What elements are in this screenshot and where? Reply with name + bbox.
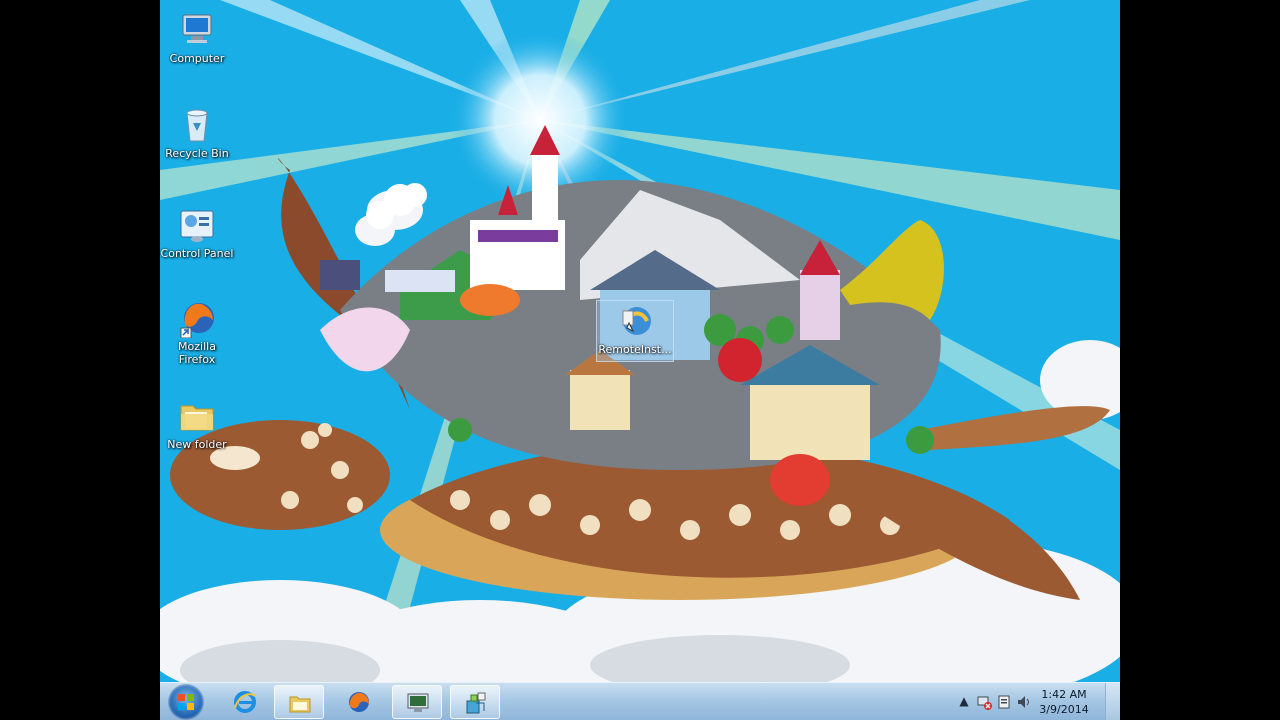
setup-app-icon bbox=[466, 692, 486, 714]
recycle-bin-icon bbox=[186, 109, 208, 142]
system-clock[interactable]: 1:42 AM 3/9/2014 bbox=[1034, 687, 1094, 717]
taskbar-firefox[interactable] bbox=[334, 685, 384, 719]
show-hidden-icons-arrow[interactable]: ▲ bbox=[956, 694, 972, 710]
desktop-icon-label: Recycle Bin bbox=[165, 147, 229, 160]
taskbar-internet-explorer[interactable] bbox=[220, 685, 270, 719]
taskbar-file-explorer[interactable] bbox=[274, 685, 324, 719]
file-explorer-icon bbox=[289, 696, 311, 713]
control-panel-icon bbox=[180, 210, 214, 242]
firefox-icon bbox=[180, 303, 214, 338]
desktop-icon-remote-install[interactable]: RemoteInst... bbox=[596, 300, 674, 362]
remote-desktop-icon bbox=[407, 693, 429, 712]
desktop-icon-control-panel[interactable]: Control Panel bbox=[160, 205, 236, 260]
desktop-icon-label: Mozilla Firefox bbox=[178, 340, 216, 366]
desktop-icon-firefox[interactable]: Mozilla Firefox bbox=[160, 298, 236, 366]
desktop-screen: Computer Recycle Bin Control Panel Mozil… bbox=[160, 0, 1120, 720]
internet-explorer-icon bbox=[234, 691, 256, 713]
firefox-icon bbox=[349, 692, 369, 712]
action-center-icon[interactable] bbox=[996, 694, 1012, 710]
desktop-icon-label: New folder bbox=[167, 438, 227, 451]
clock-date: 3/9/2014 bbox=[1039, 703, 1089, 716]
windows-logo-icon bbox=[178, 694, 194, 710]
notification-area: ▲ 1:42 AM 3/9/2014 bbox=[950, 683, 1120, 720]
volume-icon[interactable] bbox=[1016, 694, 1032, 710]
desktop-icon-label: Computer bbox=[169, 52, 225, 65]
desktop-icon-new-folder[interactable]: New folder bbox=[160, 396, 236, 451]
desktop-icon-computer[interactable]: Computer bbox=[160, 10, 236, 65]
computer-icon bbox=[182, 14, 212, 43]
start-button[interactable] bbox=[168, 684, 204, 720]
taskbar: ▲ 1:42 AM 3/9/2014 bbox=[160, 682, 1120, 720]
clock-time: 1:42 AM bbox=[1041, 688, 1087, 701]
network-disconnected-icon[interactable] bbox=[976, 694, 992, 710]
desktop-icon-label: Control Panel bbox=[160, 247, 234, 260]
remote-install-icon bbox=[622, 307, 651, 335]
desktop-icon-recycle-bin[interactable]: Recycle Bin bbox=[160, 105, 236, 160]
taskbar-setup-app[interactable] bbox=[450, 685, 500, 719]
folder-icon bbox=[180, 405, 214, 431]
show-desktop-button[interactable] bbox=[1105, 683, 1120, 720]
taskbar-remote-desktop[interactable] bbox=[392, 685, 442, 719]
desktop-icon-label: RemoteInst... bbox=[598, 343, 672, 356]
